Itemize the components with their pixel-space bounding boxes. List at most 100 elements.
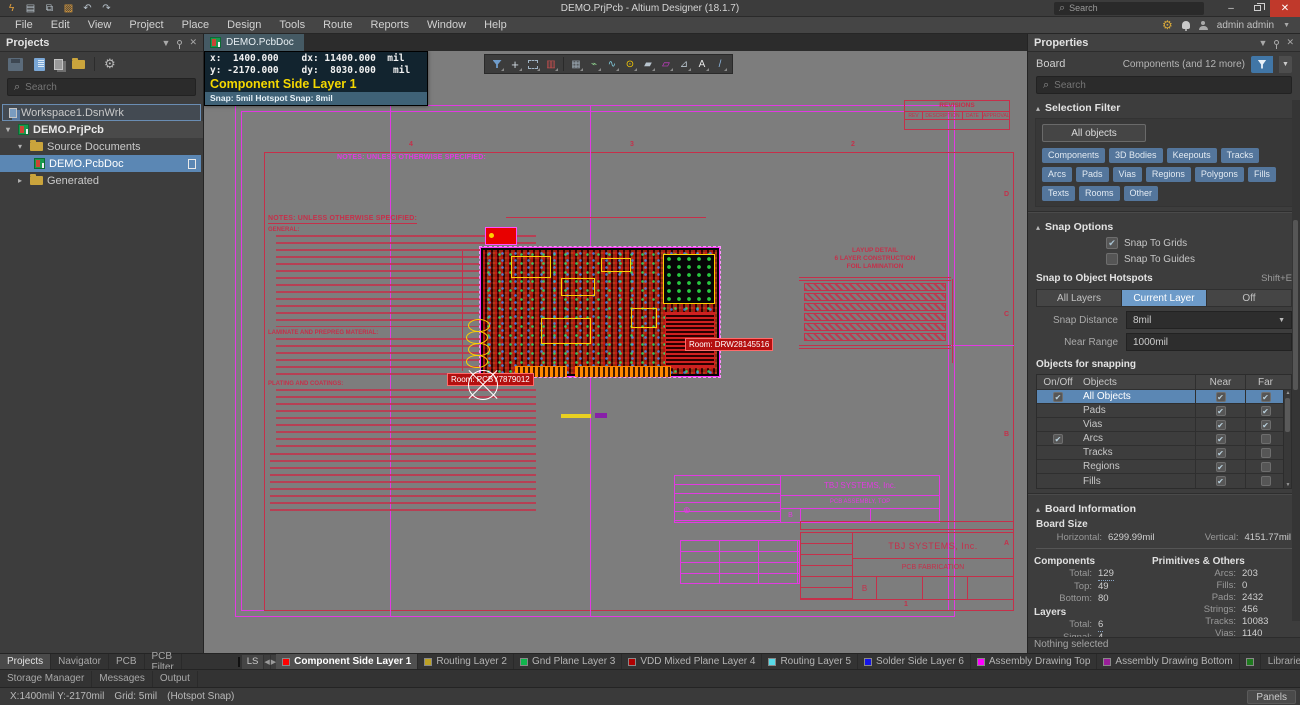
bottom-tab-messages[interactable]: Messages: [92, 671, 153, 687]
snap-to-guides-checkbox[interactable]: [1106, 253, 1118, 265]
route-icon[interactable]: ⌁: [586, 56, 602, 72]
table-row-tracks[interactable]: Tracks ✔: [1037, 446, 1291, 460]
layer-tab-routing-2[interactable]: Routing Layer 2: [418, 654, 514, 670]
save-icon[interactable]: ▤: [24, 3, 37, 14]
table-row-pads[interactable]: Pads ✔ ✔: [1037, 404, 1291, 418]
chip-tracks[interactable]: Tracks: [1221, 148, 1260, 163]
redo-icon[interactable]: ↷: [100, 3, 113, 14]
menu-tools[interactable]: Tools: [270, 19, 314, 31]
menu-help[interactable]: Help: [475, 19, 516, 31]
panels-button[interactable]: Panels: [1247, 690, 1296, 704]
chip-other[interactable]: Other: [1124, 186, 1159, 201]
interactive-route-icon[interactable]: ∿: [604, 56, 620, 72]
board-insight-icon[interactable]: ▥: [543, 56, 559, 72]
panel-menu-icon[interactable]: ▼: [162, 38, 171, 48]
seg-all-layers[interactable]: All Layers: [1037, 290, 1122, 306]
filter-icon[interactable]: [489, 56, 505, 72]
filter-dropdown-button[interactable]: ▼: [1279, 56, 1292, 73]
snap-to-guides-row[interactable]: Snap To Guides: [1028, 251, 1300, 267]
panel-menu-icon[interactable]: ▼: [1259, 38, 1268, 48]
menu-design[interactable]: Design: [218, 19, 270, 31]
section-selection-filter[interactable]: ▴Selection Filter: [1028, 98, 1300, 116]
panel-close-icon[interactable]: ✕: [1286, 37, 1294, 48]
close-button[interactable]: ✕: [1270, 0, 1300, 17]
pcb-canvas[interactable]: 4 3 2 D C B A 1 NOTES: UNLESS OTHERWISE …: [204, 51, 1027, 653]
user-avatar-icon[interactable]: [1199, 21, 1208, 30]
menu-window[interactable]: Window: [418, 19, 475, 31]
dimension-icon[interactable]: ⊿: [676, 56, 692, 72]
layer-tab-routing-5[interactable]: Routing Layer 5: [762, 654, 858, 670]
scroll-up-icon[interactable]: ▲: [1284, 390, 1292, 396]
chip-3d-bodies[interactable]: 3D Bodies: [1109, 148, 1163, 163]
bottom-tab-pcb-filter[interactable]: PCB Filter: [145, 654, 182, 670]
collapse-icon[interactable]: ▾: [18, 142, 26, 151]
table-row-vias[interactable]: Vias ✔ ✔: [1037, 418, 1291, 432]
layer-tab-solder-side-6[interactable]: Solder Side Layer 6: [858, 654, 971, 670]
pin-icon[interactable]: [1274, 40, 1279, 45]
layer-tab-vdd-plane-4[interactable]: VDD Mixed Plane Layer 4: [622, 654, 762, 670]
region-icon[interactable]: ▱: [658, 56, 674, 72]
place-line-icon[interactable]: /: [712, 56, 728, 72]
copy-icon[interactable]: ⧉: [43, 3, 56, 14]
near-range-input[interactable]: [1126, 333, 1292, 351]
seg-off[interactable]: Off: [1207, 290, 1291, 306]
pin-icon[interactable]: [177, 40, 182, 45]
bottom-tab-projects[interactable]: Projects: [0, 654, 51, 670]
snap-to-grids-checkbox[interactable]: ✔: [1106, 237, 1118, 249]
tree-item-pcbdoc[interactable]: DEMO.PcbDoc: [0, 155, 201, 172]
place-component-icon[interactable]: ▦: [568, 56, 584, 72]
bottom-tab-storage-manager[interactable]: Storage Manager: [0, 671, 92, 687]
layer-tab-component-side[interactable]: Component Side Layer 1: [276, 654, 418, 670]
undo-icon[interactable]: ↶: [81, 3, 94, 14]
user-menu[interactable]: admin admin: [1217, 20, 1274, 31]
snap-crosshair-icon[interactable]: +: [507, 56, 523, 72]
chip-fills[interactable]: Fills: [1248, 167, 1276, 182]
table-row-fills[interactable]: Fills ✔: [1037, 474, 1291, 488]
collapse-icon[interactable]: ▾: [6, 125, 14, 134]
polygon-pour-icon[interactable]: ▰: [640, 56, 656, 72]
layer-tab-assembly-bottom[interactable]: Assembly Drawing Bottom: [1097, 654, 1239, 670]
tree-item-source-documents[interactable]: ▾ Source Documents: [0, 138, 203, 155]
pcb-board[interactable]: [476, 223, 726, 395]
table-row-regions[interactable]: Regions ✔: [1037, 460, 1291, 474]
layers-total-link[interactable]: 6: [1098, 619, 1103, 632]
minimize-button[interactable]: –: [1218, 0, 1244, 17]
project-options-gear-icon[interactable]: ⚙: [104, 56, 116, 72]
bottom-tab-navigator[interactable]: Navigator: [51, 654, 109, 670]
menu-route[interactable]: Route: [314, 19, 361, 31]
layer-tab-partial[interactable]: [1240, 654, 1261, 670]
components-total-link[interactable]: 129: [1098, 568, 1114, 581]
tree-item-generated[interactable]: ▸ Generated: [0, 172, 203, 189]
panel-close-icon[interactable]: ✕: [189, 37, 197, 48]
properties-scrollbar[interactable]: [1292, 100, 1300, 621]
table-scrollbar[interactable]: ▲ ▼: [1283, 390, 1291, 488]
save-project-icon[interactable]: [8, 58, 23, 71]
chip-keepouts[interactable]: Keepouts: [1167, 148, 1217, 163]
layer-set-button[interactable]: LS: [242, 655, 264, 669]
open-document-icon[interactable]: [34, 58, 45, 71]
snap-distance-dropdown[interactable]: 8mil ▼: [1126, 311, 1292, 329]
room-label-drw[interactable]: Room: DRW28145516: [685, 338, 773, 351]
bottom-tab-pcb[interactable]: PCB: [109, 654, 145, 670]
scroll-down-icon[interactable]: ▼: [1284, 482, 1292, 488]
section-snap-options[interactable]: ▴Snap Options: [1028, 217, 1300, 235]
chip-components[interactable]: Components: [1042, 148, 1105, 163]
bottom-tab-output[interactable]: Output: [153, 671, 198, 687]
chip-vias[interactable]: Vias: [1113, 167, 1142, 182]
chip-pads[interactable]: Pads: [1076, 167, 1109, 182]
chip-arcs[interactable]: Arcs: [1042, 167, 1072, 182]
chip-polygons[interactable]: Polygons: [1195, 167, 1244, 182]
chip-regions[interactable]: Regions: [1146, 167, 1191, 182]
layer-tab-assembly-top[interactable]: Assembly Drawing Top: [971, 654, 1098, 670]
section-board-information[interactable]: ▴Board Information: [1028, 499, 1300, 517]
menu-reports[interactable]: Reports: [361, 19, 418, 31]
compare-documents-icon[interactable]: [54, 59, 63, 70]
menu-file[interactable]: File: [6, 19, 42, 31]
menu-edit[interactable]: Edit: [42, 19, 79, 31]
table-row-arcs[interactable]: ✔ Arcs ✔: [1037, 432, 1291, 446]
select-area-icon[interactable]: [525, 56, 541, 72]
global-search[interactable]: ⌕ Search: [1054, 2, 1204, 15]
chip-texts[interactable]: Texts: [1042, 186, 1075, 201]
layer-tab-gnd-plane-3[interactable]: Gnd Plane Layer 3: [514, 654, 622, 670]
expand-icon[interactable]: ▸: [18, 176, 26, 185]
